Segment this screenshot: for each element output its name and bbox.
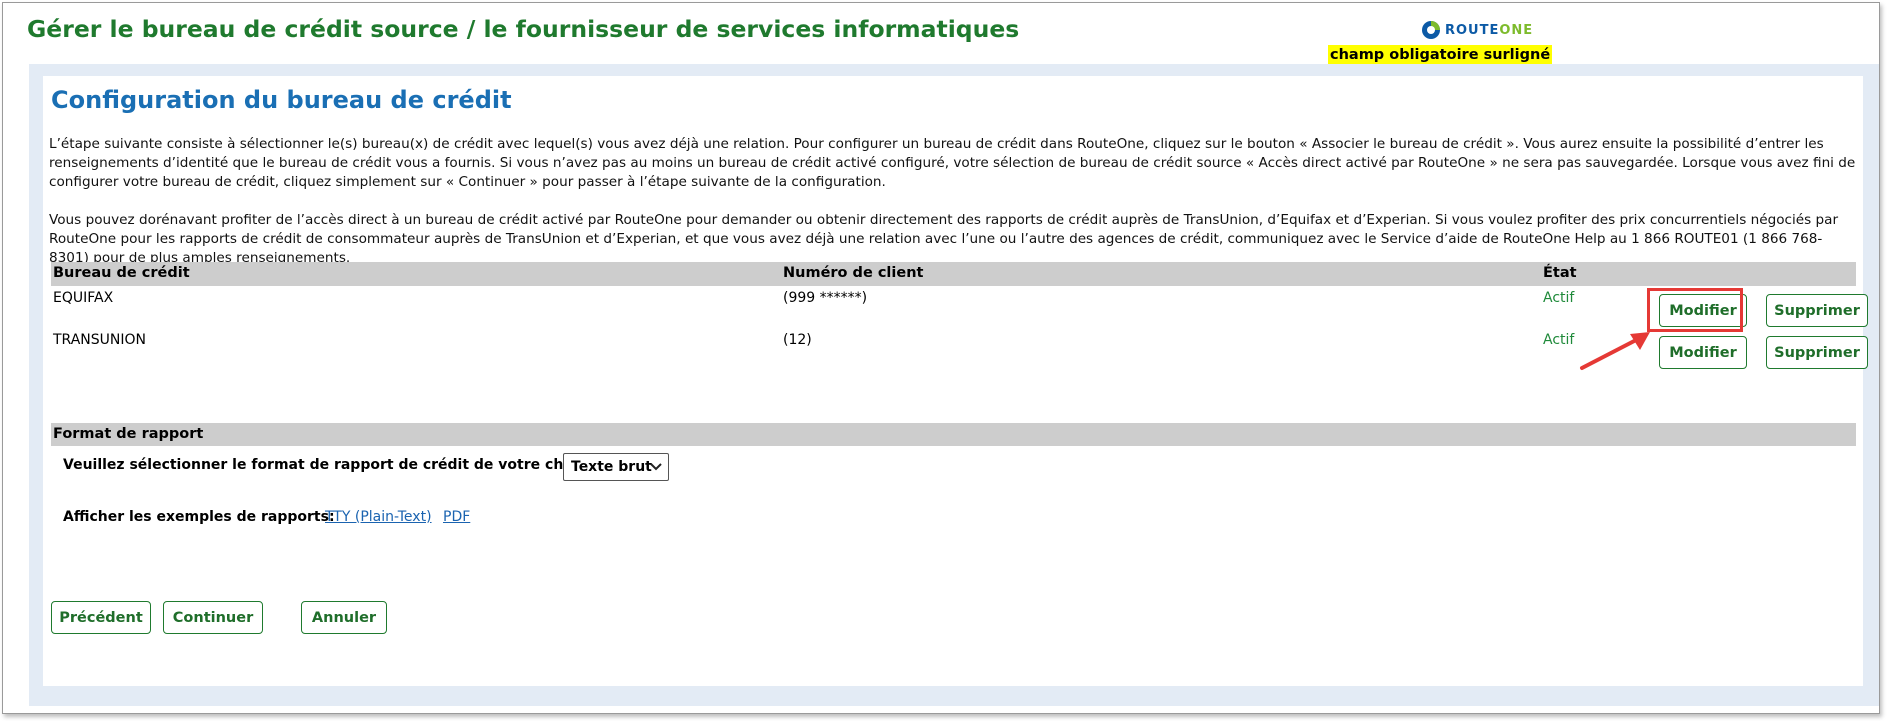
header-bureau: Bureau de crédit <box>53 265 190 281</box>
modify-button[interactable]: Modifier <box>1659 294 1747 327</box>
intro-paragraph: L’étape suivante consiste à sélectionner… <box>49 136 1856 190</box>
window: Gérer le bureau de crédit source / le fo… <box>2 2 1880 714</box>
section-title: Configuration du bureau de crédit <box>51 86 512 114</box>
routeone-logo: ROUTEONE <box>1421 19 1533 41</box>
content-panel: Configuration du bureau de crédit L’étap… <box>29 64 1879 706</box>
status-text: Actif <box>1543 332 1575 348</box>
modify-button[interactable]: Modifier <box>1659 336 1747 369</box>
bureau-table-header: Bureau de crédit Numéro de client État <box>51 262 1856 286</box>
header-state: État <box>1543 265 1577 281</box>
cancel-button[interactable]: Annuler <box>301 601 387 634</box>
header-client-number: Numéro de client <box>783 265 924 281</box>
report-format-select[interactable]: Texte brut <box>563 453 669 481</box>
chevron-down-icon <box>650 463 662 471</box>
format-select-label: Veuillez sélectionner le format de rappo… <box>63 457 593 473</box>
page-title: Gérer le bureau de crédit source / le fo… <box>27 15 1020 43</box>
client-number: (12) <box>783 332 812 348</box>
report-format-value: Texte brut <box>571 459 652 475</box>
required-field-note: champ obligatoire surligné <box>1328 45 1553 65</box>
tty-sample-link[interactable]: TTY (Plain-Text) <box>325 509 432 525</box>
client-number: (999 ******) <box>783 290 868 306</box>
bureau-name: EQUIFAX <box>53 290 114 306</box>
delete-button[interactable]: Supprimer <box>1766 336 1868 369</box>
previous-button[interactable]: Précédent <box>51 601 151 634</box>
logo-text: ROUTEONE <box>1445 22 1534 38</box>
annotation-arrow-icon <box>1580 332 1650 370</box>
content-card: Configuration du bureau de crédit L’étap… <box>43 76 1868 686</box>
delete-button[interactable]: Supprimer <box>1766 294 1868 327</box>
format-section-header: Format de rapport <box>51 423 1856 446</box>
sample-reports-label: Afficher les exemples de rapports: <box>63 509 335 525</box>
routeone-logo-icon <box>1422 21 1440 39</box>
pdf-sample-link[interactable]: PDF <box>443 509 470 525</box>
bureau-name: TRANSUNION <box>53 332 146 348</box>
continue-button[interactable]: Continuer <box>163 601 263 634</box>
info-paragraph: Vous pouvez dorénavant profiter de l’acc… <box>49 212 1839 266</box>
status-text: Actif <box>1543 290 1575 306</box>
